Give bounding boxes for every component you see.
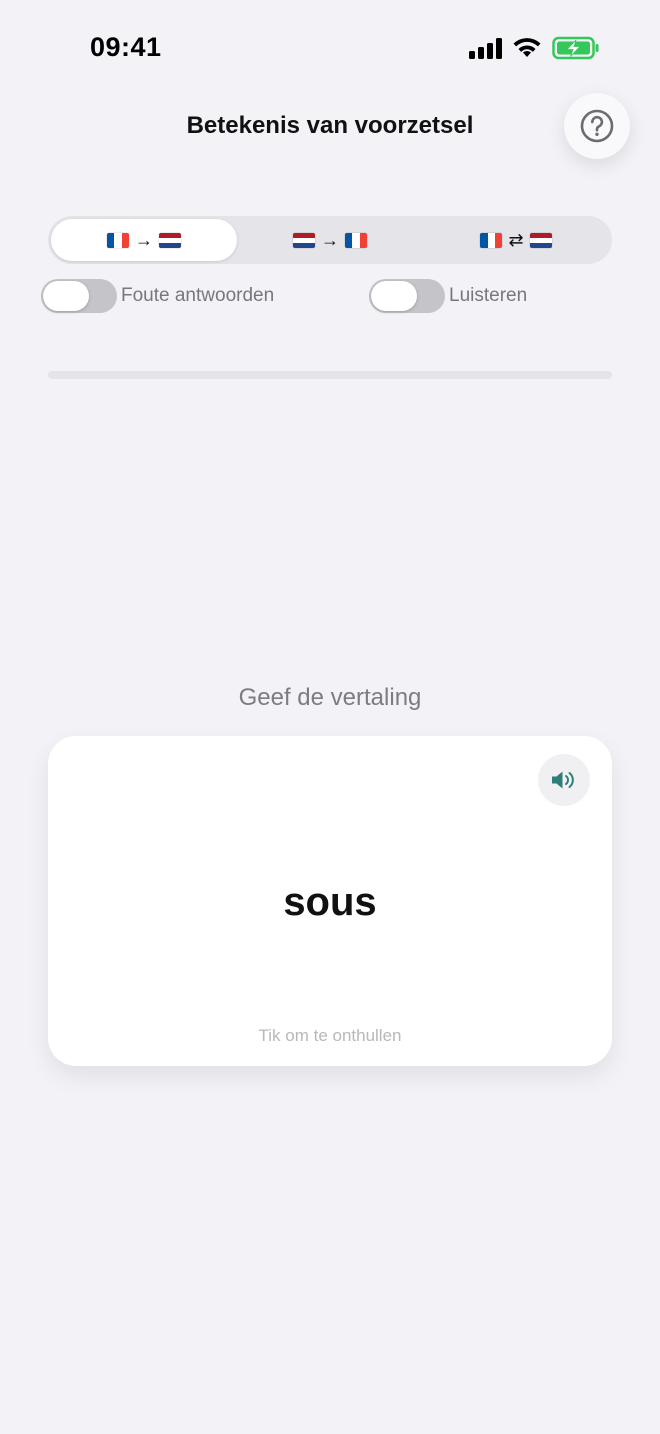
speaker-icon (552, 771, 574, 789)
question-circle-icon (580, 109, 614, 143)
flashcard-word: sous (283, 880, 377, 924)
french-flag-icon (480, 232, 503, 248)
dutch-flag-icon (159, 232, 181, 248)
speaker-button[interactable] (538, 754, 590, 806)
french-flag-icon (345, 232, 367, 248)
flashcard[interactable]: sous Tik om te onthullen (48, 736, 612, 1066)
wrong-answers-label: Foute antwoorden (121, 285, 275, 306)
wifi-icon (513, 38, 541, 57)
listen-label: Luisteren (449, 285, 528, 306)
cellular-signal-icon (469, 37, 502, 59)
status-time: 09:41 (90, 32, 162, 62)
toggle-knob (43, 281, 89, 311)
dutch-flag-icon (293, 232, 315, 248)
progress-bar (48, 371, 612, 379)
direction-arrow: → (321, 229, 339, 250)
direction-selector: → → ⇄ (48, 216, 612, 264)
direction-arrow: → (135, 229, 153, 250)
toggle-knob (371, 281, 417, 311)
direction-option-fr-nl[interactable]: → (51, 219, 237, 261)
status-icons (469, 36, 600, 60)
toggle-row-wrong-answers: Foute antwoorden (41, 279, 274, 313)
exercise-prompt: Geef de vertaling (238, 684, 422, 711)
listen-toggle[interactable] (369, 279, 445, 313)
page-title: Betekenis van voorzetsel (186, 112, 474, 139)
direction-option-nl-fr[interactable]: → (237, 219, 423, 261)
help-button[interactable] (564, 93, 630, 159)
french-flag-icon (107, 232, 129, 248)
direction-option-both[interactable]: ⇄ (423, 219, 609, 261)
direction-arrow: ⇄ (508, 229, 524, 250)
dutch-flag-icon (529, 232, 552, 248)
reveal-hint: Tik om te onthullen (258, 1026, 402, 1045)
toggle-row-listen: Luisteren (369, 279, 527, 313)
battery-charging-icon (552, 36, 599, 60)
wrong-answers-toggle[interactable] (41, 279, 117, 313)
screen: 09:41 Betekenis van voorzetsel → → ⇄ Fou… (0, 0, 660, 1434)
